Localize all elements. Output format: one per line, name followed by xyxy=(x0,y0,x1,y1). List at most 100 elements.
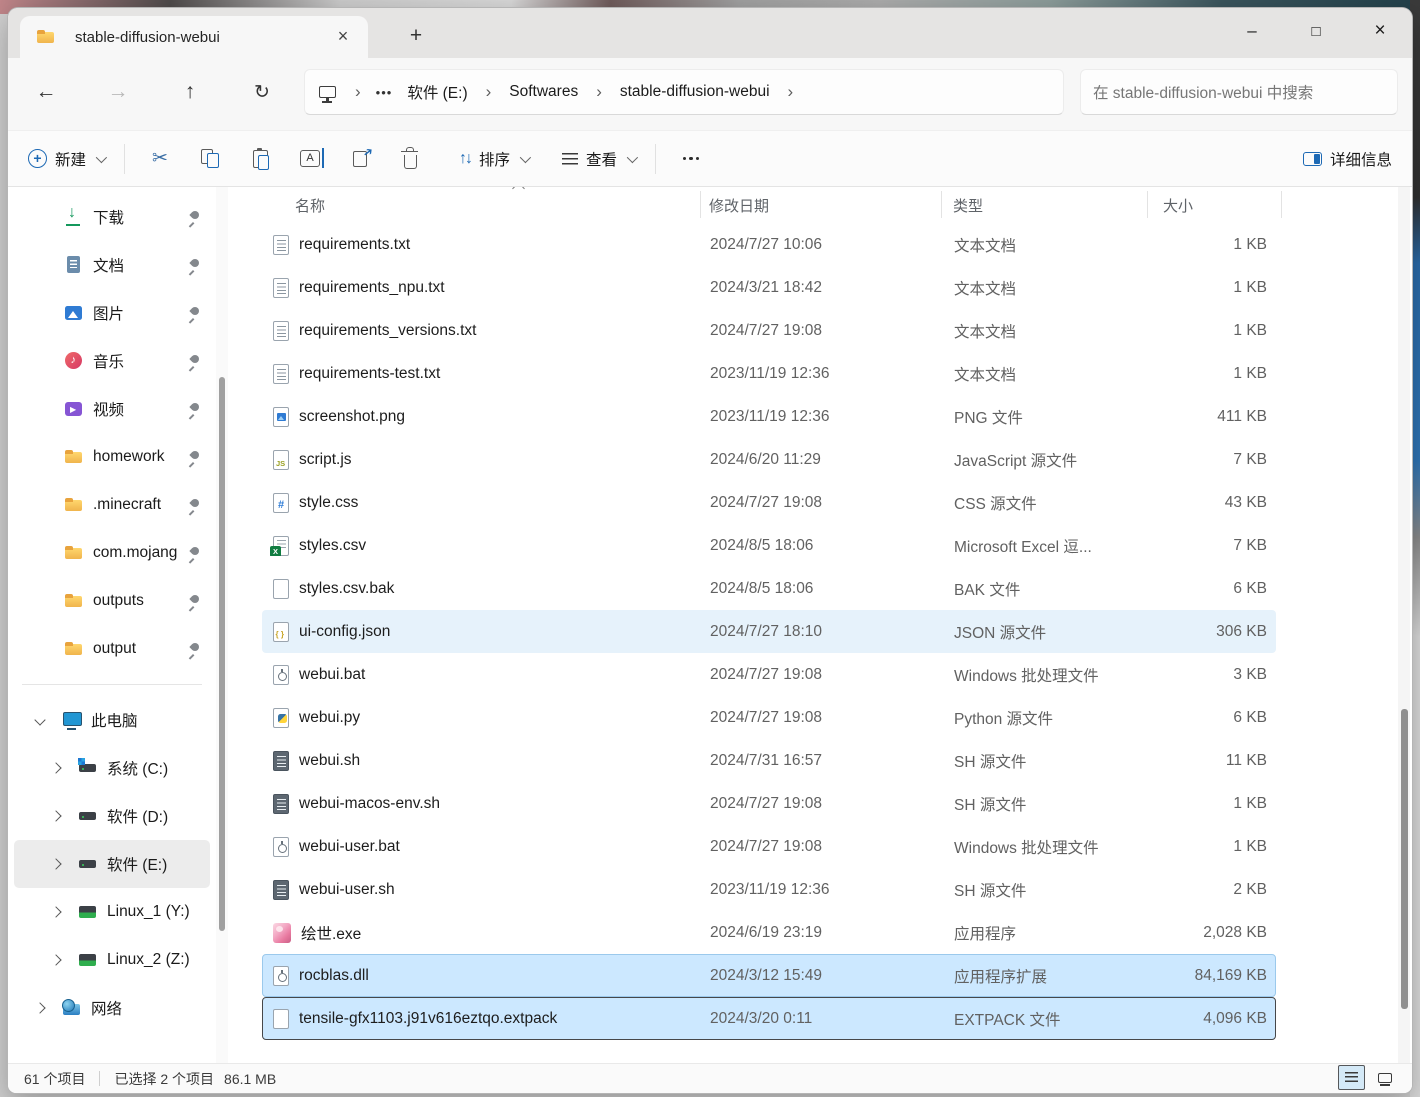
table-row[interactable]: webui-user.sh 2023/11/19 12:36 SH 源文件 2 … xyxy=(262,868,1276,911)
rename-button[interactable]: A xyxy=(285,139,335,179)
cut-button[interactable]: ✂ xyxy=(135,139,185,179)
table-row[interactable]: webui.bat 2024/7/27 19:08 Windows 批处理文件 … xyxy=(262,653,1276,696)
sidebar-item-[interactable]: 音乐 xyxy=(14,337,210,385)
breadcrumb-item[interactable]: stable-diffusion-webui xyxy=(611,78,779,106)
list-view-icon xyxy=(562,153,578,165)
breadcrumb-item[interactable]: Softwares xyxy=(500,78,587,106)
sidebar-scrollbar-thumb[interactable] xyxy=(219,377,225,931)
column-resize-handle[interactable] xyxy=(700,191,701,218)
file-date: 2024/8/5 18:06 xyxy=(710,580,954,598)
chevron-icon[interactable] xyxy=(50,858,61,869)
column-resize-handle[interactable] xyxy=(941,191,942,218)
forward-button[interactable]: → xyxy=(94,72,142,112)
column-header-name[interactable]: 名称 xyxy=(262,195,709,216)
sidebar-item-output[interactable]: output xyxy=(14,625,210,673)
table-row[interactable]: script.js 2024/6/20 11:29 JavaScript 源文件… xyxy=(262,438,1276,481)
table-row[interactable]: webui-user.bat 2024/7/27 19:08 Windows 批… xyxy=(262,825,1276,868)
view-button[interactable]: 查看 xyxy=(552,139,645,179)
chevron-icon[interactable] xyxy=(50,810,61,821)
pin-icon xyxy=(187,499,200,512)
table-row[interactable]: screenshot.png 2023/11/19 12:36 PNG 文件 4… xyxy=(262,395,1276,438)
file-name: ui-config.json xyxy=(299,623,390,641)
details-view-icon xyxy=(1345,1072,1358,1083)
sidebar-tree-item-d[interactable]: 软件 (D:) xyxy=(14,792,210,840)
close-button[interactable]: × xyxy=(1348,8,1412,54)
pin-icon xyxy=(187,547,200,560)
sidebar-item-com.mojang[interactable]: com.mojang xyxy=(14,529,210,577)
paste-button[interactable] xyxy=(235,139,285,179)
thumbnail-view-toggle[interactable] xyxy=(1371,1065,1398,1090)
chevron-icon[interactable] xyxy=(50,954,61,965)
table-row[interactable]: requirements_versions.txt 2024/7/27 19:0… xyxy=(262,309,1276,352)
table-row[interactable]: 绘世.exe 2024/6/19 23:19 应用程序 2,028 KB xyxy=(262,911,1276,954)
back-button[interactable]: ← xyxy=(22,72,70,112)
column-resize-handle[interactable] xyxy=(1147,191,1148,218)
sidebar-tree-item-linux_1y[interactable]: Linux_1 (Y:) xyxy=(14,888,210,936)
sidebar-tree-item-linux_2z[interactable]: Linux_2 (Z:) xyxy=(14,936,210,984)
this-pc-icon xyxy=(319,86,336,98)
copy-button[interactable] xyxy=(185,139,235,179)
sort-button[interactable]: ↑↓ 排序 xyxy=(449,139,538,179)
column-header-type[interactable]: 类型 xyxy=(953,195,1163,216)
sidebar-item-outputs[interactable]: outputs xyxy=(14,577,210,625)
share-button[interactable] xyxy=(335,139,385,179)
new-button[interactable]: + 新建 xyxy=(18,139,114,179)
chevron-icon[interactable] xyxy=(50,906,61,917)
download-icon xyxy=(64,207,84,227)
sidebar-item-homework[interactable]: homework xyxy=(14,433,210,481)
table-row[interactable]: rocblas.dll 2024/3/12 15:49 应用程序扩展 84,16… xyxy=(262,954,1276,997)
column-header-date[interactable]: 修改日期 xyxy=(709,195,953,216)
search-box[interactable]: 在 stable-diffusion-webui 中搜索 xyxy=(1080,69,1398,115)
up-button[interactable]: ↑ xyxy=(166,72,214,112)
sidebar-tree-item-[interactable]: 网络 xyxy=(14,984,210,1032)
sidebar-tree-item-[interactable]: 此电脑 xyxy=(14,696,210,744)
sidebar-item-[interactable]: 视频 xyxy=(14,385,210,433)
chevron-icon[interactable] xyxy=(34,1002,45,1013)
sidebar-tree-item-e[interactable]: 软件 (E:) xyxy=(14,840,210,888)
sidebar-item-[interactable]: 图片 xyxy=(14,289,210,337)
table-row[interactable]: style.css 2024/7/27 19:08 CSS 源文件 43 KB xyxy=(262,481,1276,524)
file-list-scrollbar-thumb[interactable] xyxy=(1401,709,1408,1009)
table-row[interactable]: ui-config.json 2024/7/27 18:10 JSON 源文件 … xyxy=(262,610,1276,653)
file-type: 文本文档 xyxy=(954,277,1164,299)
table-row[interactable]: webui.py 2024/7/27 19:08 Python 源文件 6 KB xyxy=(262,696,1276,739)
table-row[interactable]: webui.sh 2024/7/31 16:57 SH 源文件 11 KB xyxy=(262,739,1276,782)
file-type: JavaScript 源文件 xyxy=(954,449,1164,471)
column-resize-handle[interactable] xyxy=(1281,191,1282,218)
address-bar[interactable]: › ••• 软件 (E:)›Softwares›stable-diffusion… xyxy=(304,69,1064,115)
pinned-section: 下载 文档 图片 音乐 视频 homework .minecraft com.m… xyxy=(8,193,216,673)
table-row[interactable]: styles.csv.bak 2024/8/5 18:06 BAK 文件 6 K… xyxy=(262,567,1276,610)
table-row[interactable]: webui-macos-env.sh 2024/7/27 19:08 SH 源文… xyxy=(262,782,1276,825)
more-options-button[interactable] xyxy=(666,139,716,179)
table-row[interactable]: requirements-test.txt 2023/11/19 12:36 文… xyxy=(262,352,1276,395)
column-header-size[interactable]: 大小 xyxy=(1163,195,1276,216)
delete-button[interactable] xyxy=(385,139,435,179)
table-row[interactable]: requirements_npu.txt 2024/3/21 18:42 文本文… xyxy=(262,266,1276,309)
sidebar-item-[interactable]: 文档 xyxy=(14,241,210,289)
chevron-icon[interactable] xyxy=(34,714,45,725)
details-pane-button[interactable]: 详细信息 xyxy=(1293,139,1402,179)
file-name: screenshot.png xyxy=(299,408,405,426)
refresh-button[interactable]: ↻ xyxy=(238,72,286,112)
file-size: 7 KB xyxy=(1164,537,1275,555)
chevron-icon[interactable] xyxy=(50,762,61,773)
file-name: styles.csv.bak xyxy=(299,580,394,598)
minimize-button[interactable]: – xyxy=(1220,8,1284,54)
table-row[interactable]: tensile-gfx1103.j91v616eztqo.extpack 202… xyxy=(262,997,1276,1040)
tab-close-icon[interactable]: × xyxy=(330,24,356,50)
tab-stable-diffusion-webui[interactable]: stable-diffusion-webui × xyxy=(20,16,368,58)
sidebar-item-[interactable]: 下载 xyxy=(14,193,210,241)
new-tab-button[interactable]: + xyxy=(400,20,432,52)
file-type: Microsoft Excel 逗... xyxy=(954,535,1164,557)
details-view-toggle[interactable] xyxy=(1338,1065,1365,1090)
table-row[interactable]: styles.csv 2024/8/5 18:06 Microsoft Exce… xyxy=(262,524,1276,567)
breadcrumb-overflow-button[interactable]: ••• xyxy=(370,80,399,105)
folder-icon xyxy=(64,447,84,467)
sidebar-item-.minecraft[interactable]: .minecraft xyxy=(14,481,210,529)
breadcrumb-item[interactable]: 软件 (E:) xyxy=(398,76,476,108)
maximize-button[interactable]: □ xyxy=(1284,8,1348,54)
sidebar-tree-item-c[interactable]: 系统 (C:) xyxy=(14,744,210,792)
sidebar-scrollbar[interactable] xyxy=(216,187,228,1063)
table-row[interactable]: requirements.txt 2024/7/27 10:06 文本文档 1 … xyxy=(262,223,1276,266)
file-list-scrollbar[interactable] xyxy=(1398,187,1410,1063)
